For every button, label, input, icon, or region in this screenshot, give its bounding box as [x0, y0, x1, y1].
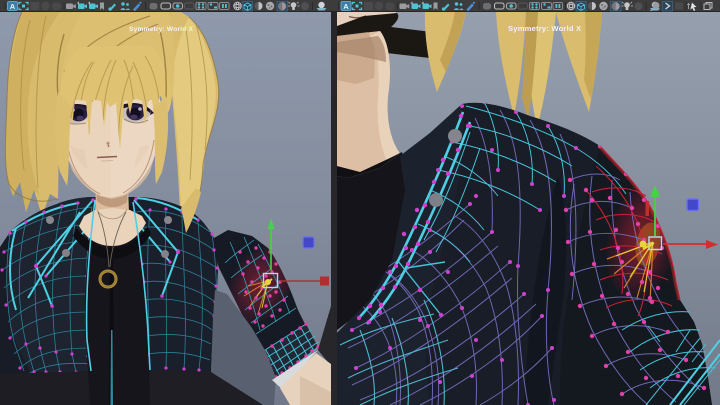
svg-text:Symmetry: World X: Symmetry: World X — [129, 26, 194, 33]
svg-text:Symmetry: World X: Symmetry: World X — [508, 24, 581, 33]
svg-text:A: A — [10, 2, 16, 11]
